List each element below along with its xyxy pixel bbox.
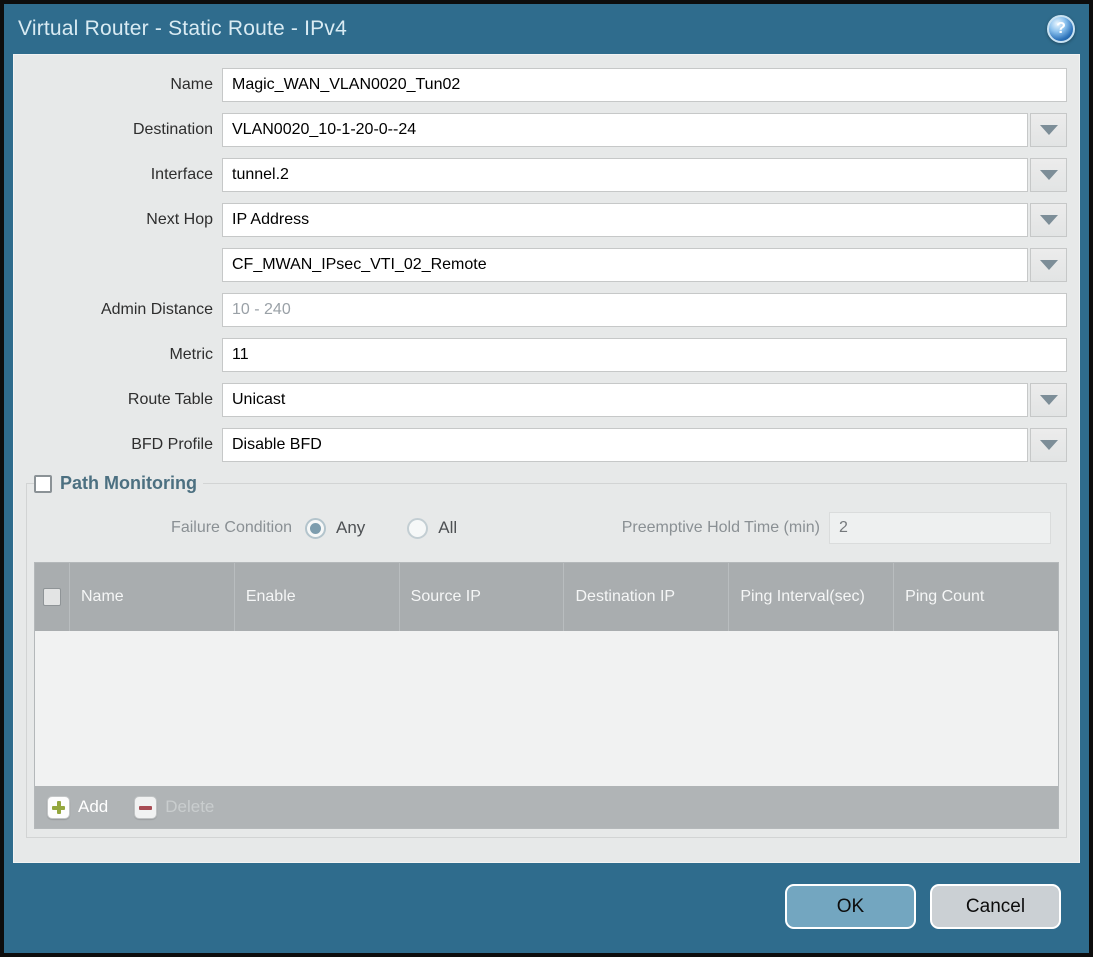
column-header-source-ip[interactable]: Source IP bbox=[400, 563, 565, 631]
preemptive-hold-input[interactable] bbox=[829, 512, 1051, 544]
delete-button[interactable]: Delete bbox=[134, 796, 214, 819]
help-icon-glyph: ? bbox=[1056, 20, 1066, 38]
next-hop-address-dropdown-button[interactable] bbox=[1030, 248, 1067, 282]
route-table-input[interactable] bbox=[222, 383, 1028, 417]
select-all-cell bbox=[35, 563, 70, 631]
dialog-title: Virtual Router - Static Route - IPv4 bbox=[18, 17, 347, 41]
failure-all-label: All bbox=[438, 518, 457, 538]
dialog-content: Name Destination Interface bbox=[13, 54, 1080, 863]
dialog-titlebar: Virtual Router - Static Route - IPv4 bbox=[4, 4, 1089, 54]
add-icon bbox=[47, 796, 70, 819]
admin-distance-input[interactable] bbox=[222, 293, 1067, 327]
admin-distance-row: Admin Distance bbox=[26, 293, 1067, 327]
next-hop-address-row bbox=[26, 248, 1067, 282]
bfd-profile-input[interactable] bbox=[222, 428, 1028, 462]
ok-button[interactable]: OK bbox=[785, 884, 916, 929]
add-button-label: Add bbox=[78, 797, 108, 817]
chevron-down-icon bbox=[1040, 215, 1058, 225]
failure-any-radio[interactable] bbox=[305, 518, 326, 539]
column-header-name[interactable]: Name bbox=[70, 563, 235, 631]
dialog-footer: OK Cancel bbox=[785, 884, 1061, 929]
metric-row: Metric bbox=[26, 338, 1067, 372]
path-monitoring-section: Path Monitoring Failure Condition Any Al… bbox=[26, 473, 1067, 838]
interface-input[interactable] bbox=[222, 158, 1028, 192]
failure-any-label: Any bbox=[336, 518, 365, 538]
add-button[interactable]: Add bbox=[47, 796, 108, 819]
table-body-empty bbox=[35, 631, 1058, 786]
destination-dropdown-button[interactable] bbox=[1030, 113, 1067, 147]
path-monitoring-checkbox[interactable] bbox=[34, 475, 52, 493]
destination-label: Destination bbox=[26, 121, 222, 139]
failure-all-radio[interactable] bbox=[407, 518, 428, 539]
route-table-row: Route Table bbox=[26, 383, 1067, 417]
interface-dropdown-button[interactable] bbox=[1030, 158, 1067, 192]
next-hop-label: Next Hop bbox=[26, 211, 222, 229]
admin-distance-label: Admin Distance bbox=[26, 301, 222, 319]
interface-label: Interface bbox=[26, 166, 222, 184]
interface-row: Interface bbox=[26, 158, 1067, 192]
chevron-down-icon bbox=[1040, 395, 1058, 405]
column-header-ping-count[interactable]: Ping Count bbox=[894, 563, 1058, 631]
failure-condition-label: Failure Condition bbox=[34, 519, 292, 537]
preemptive-hold-label: Preemptive Hold Time (min) bbox=[622, 519, 820, 537]
chevron-down-icon bbox=[1040, 440, 1058, 450]
column-header-enable[interactable]: Enable bbox=[235, 563, 400, 631]
static-route-dialog: Virtual Router - Static Route - IPv4 ? N… bbox=[0, 0, 1093, 957]
table-toolbar: Add Delete bbox=[35, 786, 1058, 828]
table-header: Name Enable Source IP Destination IP Pin… bbox=[35, 563, 1058, 631]
cancel-button[interactable]: Cancel bbox=[930, 884, 1061, 929]
radio-dot bbox=[412, 523, 423, 534]
metric-label: Metric bbox=[26, 346, 222, 364]
next-hop-type-dropdown-button[interactable] bbox=[1030, 203, 1067, 237]
next-hop-row: Next Hop bbox=[26, 203, 1067, 237]
delete-icon bbox=[134, 796, 157, 819]
next-hop-type-input[interactable] bbox=[222, 203, 1028, 237]
path-monitoring-table: Name Enable Source IP Destination IP Pin… bbox=[34, 562, 1059, 829]
column-header-destination-ip[interactable]: Destination IP bbox=[564, 563, 729, 631]
path-monitoring-legend: Path Monitoring bbox=[34, 473, 203, 494]
chevron-down-icon bbox=[1040, 260, 1058, 270]
chevron-down-icon bbox=[1040, 170, 1058, 180]
select-all-checkbox[interactable] bbox=[43, 588, 61, 606]
path-monitoring-title: Path Monitoring bbox=[60, 473, 197, 494]
bfd-profile-dropdown-button[interactable] bbox=[1030, 428, 1067, 462]
route-table-dropdown-button[interactable] bbox=[1030, 383, 1067, 417]
bfd-profile-row: BFD Profile bbox=[26, 428, 1067, 462]
chevron-down-icon bbox=[1040, 125, 1058, 135]
next-hop-address-input[interactable] bbox=[222, 248, 1028, 282]
radio-dot bbox=[310, 523, 321, 534]
column-header-ping-interval[interactable]: Ping Interval(sec) bbox=[729, 563, 894, 631]
name-input[interactable] bbox=[222, 68, 1067, 102]
metric-input[interactable] bbox=[222, 338, 1067, 372]
route-table-label: Route Table bbox=[26, 391, 222, 409]
delete-button-label: Delete bbox=[165, 797, 214, 817]
name-label: Name bbox=[26, 76, 222, 94]
help-icon[interactable]: ? bbox=[1047, 15, 1075, 43]
failure-condition-row: Failure Condition Any All Preemptive Hol… bbox=[34, 512, 1059, 544]
destination-row: Destination bbox=[26, 113, 1067, 147]
name-row: Name bbox=[26, 68, 1067, 102]
destination-input[interactable] bbox=[222, 113, 1028, 147]
bfd-profile-label: BFD Profile bbox=[26, 436, 222, 454]
